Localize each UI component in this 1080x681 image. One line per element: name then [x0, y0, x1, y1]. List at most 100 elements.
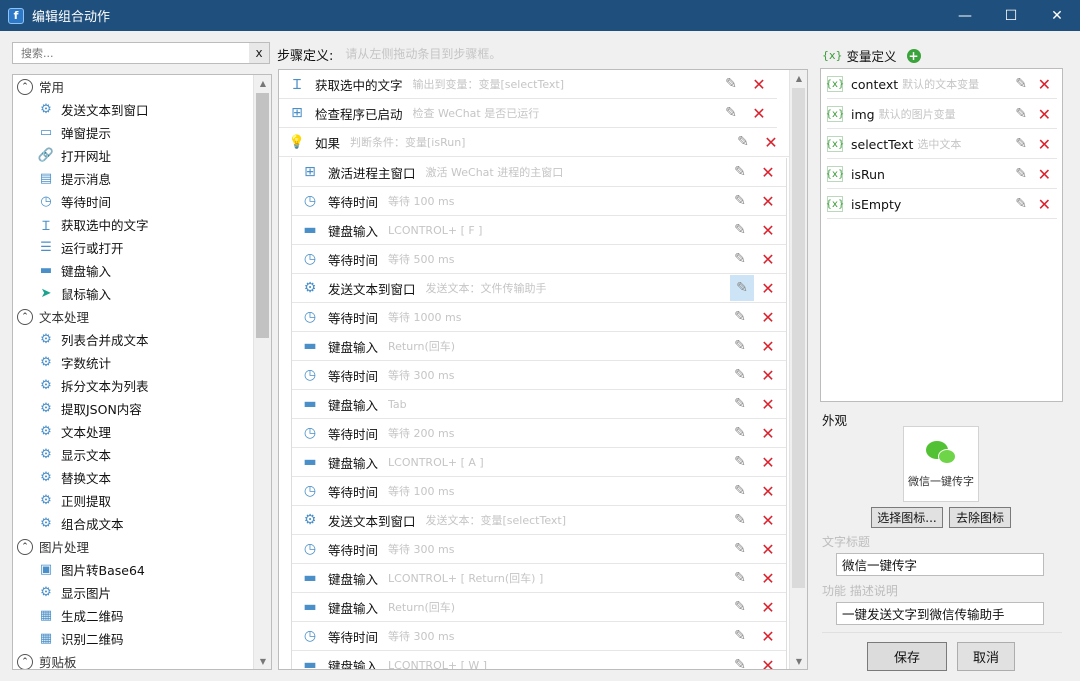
scroll-up-arrow-icon[interactable]: ▲: [254, 75, 271, 91]
delete-icon[interactable]: ✕: [758, 568, 778, 588]
tree-item[interactable]: ⚙ 字数统计: [13, 351, 253, 374]
step-row[interactable]: ▬ 键盘输入 LCONTROL+ [ A ] ✎ ✕: [292, 448, 786, 477]
maximize-button[interactable]: ☐: [988, 0, 1034, 31]
step-row[interactable]: ▬ 键盘输入 LCONTROL+ [ Return(回车) ] ✎ ✕: [292, 564, 786, 593]
tree-scroll-thumb[interactable]: [256, 93, 269, 338]
delete-icon[interactable]: ✕: [1038, 135, 1051, 154]
variable-row[interactable]: {x} isRun ✎ ✕: [826, 160, 1057, 189]
step-row[interactable]: ◷ 等待时间 等待 300 ms ✎ ✕: [292, 535, 786, 564]
step-row[interactable]: ⊞ 激活进程主窗口 激活 WeChat 进程的主窗口 ✎ ✕: [292, 158, 786, 187]
tree-item[interactable]: ◷ 等待时间: [13, 190, 253, 213]
variable-row[interactable]: {x} isEmpty ✎ ✕: [826, 190, 1057, 219]
edit-pencil-icon[interactable]: ✎: [730, 568, 750, 588]
scroll-up-arrow-icon[interactable]: ▲: [790, 70, 807, 86]
edit-pencil-icon[interactable]: ✎: [730, 162, 750, 182]
edit-pencil-icon[interactable]: ✎: [730, 597, 750, 617]
tree-item[interactable]: ▣ 图片转Base64: [13, 558, 253, 581]
tree-item[interactable]: ⚙ 正则提取: [13, 489, 253, 512]
collapse-toggle-icon[interactable]: ⌃: [17, 538, 33, 555]
step-row[interactable]: ◷ 等待时间 等待 300 ms ✎ ✕: [292, 622, 786, 651]
edit-pencil-icon[interactable]: ✎: [730, 626, 750, 646]
delete-icon[interactable]: ✕: [758, 220, 778, 240]
description-field[interactable]: 一键发送文字到微信传输助手: [836, 602, 1044, 625]
tree-scrollbar[interactable]: ▲ ▼: [253, 75, 271, 669]
delete-icon[interactable]: ✕: [749, 74, 769, 94]
add-variable-icon[interactable]: +: [906, 48, 921, 63]
edit-pencil-icon[interactable]: ✎: [730, 336, 750, 356]
step-row[interactable]: ⚙ 发送文本到窗口 发送文本：文件传输助手 ✎ ✕: [292, 274, 786, 303]
delete-icon[interactable]: ✕: [758, 249, 778, 269]
edit-pencil-icon[interactable]: ✎: [730, 365, 750, 385]
tree-item[interactable]: ▦ 生成二维码: [13, 604, 253, 627]
tree-item[interactable]: 🔗 打开网址: [13, 144, 253, 167]
edit-pencil-icon[interactable]: ✎: [730, 510, 750, 530]
tree-item[interactable]: ⚙ 文本处理: [13, 420, 253, 443]
steps-scrollbar[interactable]: ▲ ▼: [789, 70, 807, 669]
choose-icon-button[interactable]: 选择图标...: [871, 507, 943, 528]
edit-pencil-icon[interactable]: ✎: [730, 394, 750, 414]
tree-item[interactable]: Ɪ 获取选中的文字: [13, 213, 253, 236]
title-field[interactable]: 微信一键传字: [836, 553, 1044, 576]
tree-item[interactable]: ▭ 弹窗提示: [13, 121, 253, 144]
cancel-button[interactable]: 取消: [957, 642, 1015, 671]
step-row[interactable]: ▬ 键盘输入 Return(回车) ✎ ✕: [292, 593, 786, 622]
step-row[interactable]: ◷ 等待时间 等待 500 ms ✎ ✕: [292, 245, 786, 274]
step-row[interactable]: ▬ 键盘输入 Return(回车) ✎ ✕: [292, 332, 786, 361]
edit-pencil-icon[interactable]: ✎: [730, 249, 750, 269]
delete-icon[interactable]: ✕: [1038, 195, 1051, 214]
close-button[interactable]: ✕: [1034, 0, 1080, 31]
scroll-down-arrow-icon[interactable]: ▼: [254, 653, 271, 669]
step-row[interactable]: ▬ 键盘输入 LCONTROL+ [ W ] ✎ ✕: [292, 651, 786, 669]
edit-pencil-icon[interactable]: ✎: [1015, 196, 1027, 212]
tree-group[interactable]: ⌃ 文本处理: [13, 305, 253, 328]
delete-icon[interactable]: ✕: [758, 162, 778, 182]
step-row[interactable]: ◷ 等待时间 等待 200 ms ✎ ✕: [292, 419, 786, 448]
tree-item[interactable]: ➤ 鼠标输入: [13, 282, 253, 305]
step-row[interactable]: ◷ 等待时间 等待 300 ms ✎ ✕: [292, 361, 786, 390]
edit-pencil-icon[interactable]: ✎: [1015, 106, 1027, 122]
edit-pencil-icon[interactable]: ✎: [721, 74, 741, 94]
step-row[interactable]: ⚙ 发送文本到窗口 发送文本：变量[selectText] ✎ ✕: [292, 506, 786, 535]
save-button[interactable]: 保存: [867, 642, 947, 671]
collapse-toggle-icon[interactable]: ⌃: [17, 653, 33, 669]
delete-icon[interactable]: ✕: [758, 278, 778, 298]
tree-group[interactable]: ⌃ 图片处理: [13, 535, 253, 558]
edit-pencil-icon[interactable]: ✎: [730, 481, 750, 501]
tree-item[interactable]: ☰ 运行或打开: [13, 236, 253, 259]
step-row[interactable]: ◷ 等待时间 等待 100 ms ✎ ✕: [292, 187, 786, 216]
delete-icon[interactable]: ✕: [758, 510, 778, 530]
delete-icon[interactable]: ✕: [758, 365, 778, 385]
delete-icon[interactable]: ✕: [761, 132, 781, 152]
tree-item[interactable]: ⚙ 显示文本: [13, 443, 253, 466]
delete-icon[interactable]: ✕: [758, 191, 778, 211]
tree-item[interactable]: ⚙ 拆分文本为列表: [13, 374, 253, 397]
tree-group[interactable]: ⌃ 常用: [13, 75, 253, 98]
tree-item[interactable]: ⚙ 发送文本到窗口: [13, 98, 253, 121]
delete-icon[interactable]: ✕: [758, 336, 778, 356]
step-row[interactable]: ▬ 键盘输入 Tab ✎ ✕: [292, 390, 786, 419]
edit-pencil-icon[interactable]: ✎: [1015, 166, 1027, 182]
delete-icon[interactable]: ✕: [758, 423, 778, 443]
edit-pencil-icon[interactable]: ✎: [730, 220, 750, 240]
variable-row[interactable]: {x} img 默认的图片变量 ✎ ✕: [826, 100, 1057, 129]
tree-item[interactable]: ▬ 键盘输入: [13, 259, 253, 282]
steps-scroll-thumb[interactable]: [792, 88, 805, 588]
tree-item[interactable]: ⚙ 提取JSON内容: [13, 397, 253, 420]
variable-row[interactable]: {x} context 默认的文本变量 ✎ ✕: [826, 70, 1057, 99]
edit-pencil-icon[interactable]: ✎: [730, 539, 750, 559]
edit-pencil-icon[interactable]: ✎: [721, 103, 741, 123]
edit-pencil-icon[interactable]: ✎: [730, 275, 754, 301]
step-row[interactable]: ▬ 键盘输入 LCONTROL+ [ F ] ✎ ✕: [292, 216, 786, 245]
delete-icon[interactable]: ✕: [758, 481, 778, 501]
search-input[interactable]: [13, 43, 249, 63]
edit-pencil-icon[interactable]: ✎: [730, 191, 750, 211]
step-row[interactable]: Ɪ 获取选中的文字 输出到变量：变量[selectText] ✎ ✕: [279, 70, 777, 99]
tree-item[interactable]: ⚙ 组合成文本: [13, 512, 253, 535]
tree-group[interactable]: ⌃ 剪贴板: [13, 650, 253, 669]
clear-search-button[interactable]: x: [249, 43, 269, 63]
step-row[interactable]: 💡 如果 判断条件：变量[isRun] ✎ ✕: [279, 128, 789, 157]
delete-icon[interactable]: ✕: [758, 597, 778, 617]
scroll-down-arrow-icon[interactable]: ▼: [790, 653, 807, 669]
delete-icon[interactable]: ✕: [749, 103, 769, 123]
delete-icon[interactable]: ✕: [758, 452, 778, 472]
